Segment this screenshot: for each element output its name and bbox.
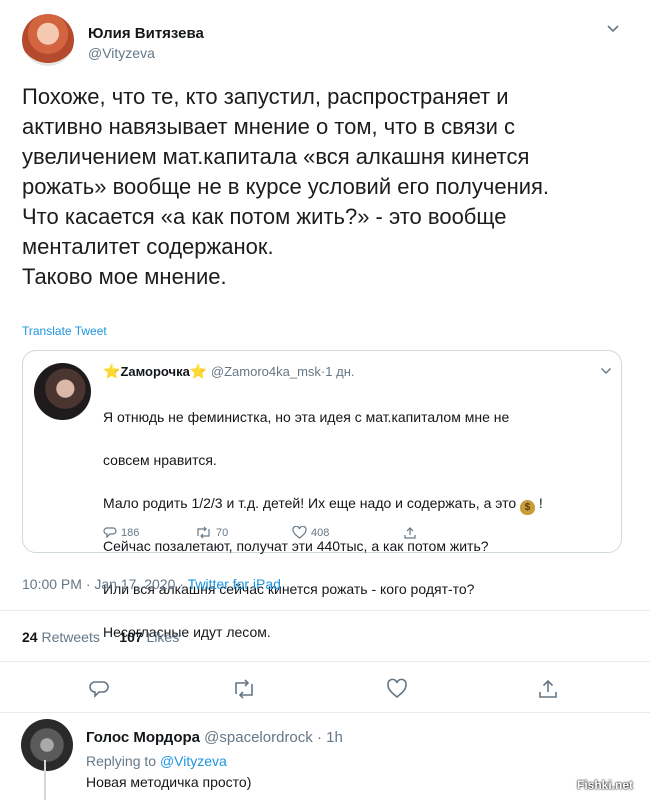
tweet-time[interactable]: 10:00 PM [22, 576, 82, 592]
quote-time: 1 дн. [325, 364, 355, 379]
reply-author-name[interactable]: Голос Мордора [86, 729, 200, 746]
quote-header: ⭐Zаморочка⭐ @Zamoro4ka_msk·1 дн. [103, 363, 354, 380]
author-handle[interactable]: @Vityzeva [88, 45, 155, 61]
author-avatar[interactable] [22, 14, 74, 66]
replying-to: Replying to @Vityzeva [86, 753, 227, 769]
quoted-tweet[interactable]: ⭐Zаморочка⭐ @Zamoro4ka_msk·1 дн. Я отнюд… [22, 350, 622, 640]
quote-reply-button[interactable]: 186 [103, 526, 139, 539]
author-name[interactable]: Юлия Витязева [88, 25, 204, 42]
quote-like-count: 408 [311, 526, 330, 539]
like-button[interactable] [386, 678, 408, 700]
star-icon: ⭐ [103, 363, 121, 379]
reply-author-avatar[interactable] [21, 719, 73, 771]
reply-separator: · [316, 729, 322, 746]
reply-author-handle[interactable]: @spacelordrock [204, 729, 313, 746]
retweet-icon [235, 679, 253, 699]
quote-line: Я отнюдь не феминистка, но эта идея с ма… [103, 408, 510, 425]
chevron-down-icon[interactable] [600, 367, 612, 375]
quote-line: Мало родить 1/2/3 и т.д. детей! Их еще н… [103, 493, 613, 515]
quote-author-avatar[interactable] [34, 363, 91, 420]
divider [0, 712, 650, 713]
share-button[interactable] [537, 678, 559, 700]
quote-reply-count: 186 [121, 526, 140, 539]
quote-line: Несогласные идут лесом. [103, 624, 271, 640]
reply-header: Голос Мордора @spacelordrock · 1h [86, 729, 343, 746]
tweet-source-link[interactable]: Twitter for iPad [188, 576, 281, 592]
quote-like-button[interactable]: 408 [292, 526, 329, 539]
quote-line-text: Мало родить 1/2/3 и т.д. детей! Их еще н… [103, 494, 517, 511]
thread-line [44, 760, 46, 800]
reply-time: 1h [326, 729, 343, 746]
quote-line: совсем нравится. [103, 451, 217, 468]
replying-mention-link[interactable]: @Vityzeva [160, 753, 227, 769]
retweets-count: 24 [22, 629, 38, 645]
quote-actions: 186 70 408 [103, 526, 423, 542]
tweet-meta: 10:00 PM · Jan 17, 2020 · Twitter for iP… [22, 576, 281, 592]
quote-author-handle[interactable]: @Zamoro4ka_msk [211, 364, 321, 379]
like-icon [292, 526, 307, 539]
quote-retweet-count: 70 [216, 526, 229, 539]
divider [0, 610, 650, 611]
likes-count: 107 [119, 629, 143, 645]
retweets-stat[interactable]: 24 Retweets [22, 629, 100, 645]
divider [0, 661, 650, 662]
money-bag-icon: $ [520, 499, 536, 515]
exclamation: ! [538, 494, 543, 511]
retweet-button[interactable] [231, 678, 257, 700]
main-tweet: Юлия Витязева @Vityzeva Похоже, что те, … [0, 0, 650, 800]
quote-text: Я отнюдь не феминистка, но эта идея с ма… [103, 385, 613, 665]
quote-retweet-button[interactable]: 70 [195, 526, 228, 539]
retweet-icon [197, 526, 210, 539]
quote-share-button[interactable] [403, 526, 417, 540]
retweets-label: Retweets [41, 629, 100, 645]
likes-stat[interactable]: 107 Likes [119, 629, 179, 645]
reply-icon [103, 527, 117, 539]
share-icon [404, 527, 416, 539]
star-icon: ⭐ [189, 363, 208, 379]
meta-separator: · [179, 576, 184, 592]
tweet-text: Похоже, что те, кто запустил, распростра… [22, 84, 550, 289]
tweet-date[interactable]: Jan 17, 2020 [94, 576, 175, 592]
reply-icon [89, 681, 109, 698]
tweet-stats: 24 Retweets 107 Likes [22, 629, 179, 645]
meta-separator: · [85, 576, 91, 592]
reply-text: Новая методичка просто) [86, 774, 252, 790]
chevron-down-icon[interactable] [606, 24, 620, 34]
like-icon [387, 678, 407, 699]
replying-prefix: Replying to [86, 753, 157, 769]
quote-author-name[interactable]: Zаморочка [120, 364, 189, 379]
likes-label: Likes [146, 629, 180, 645]
share-icon [539, 679, 557, 698]
reply-button[interactable] [88, 678, 110, 700]
watermark: Fishki.net [577, 778, 634, 792]
translate-tweet-link[interactable]: Translate Tweet [22, 324, 107, 338]
